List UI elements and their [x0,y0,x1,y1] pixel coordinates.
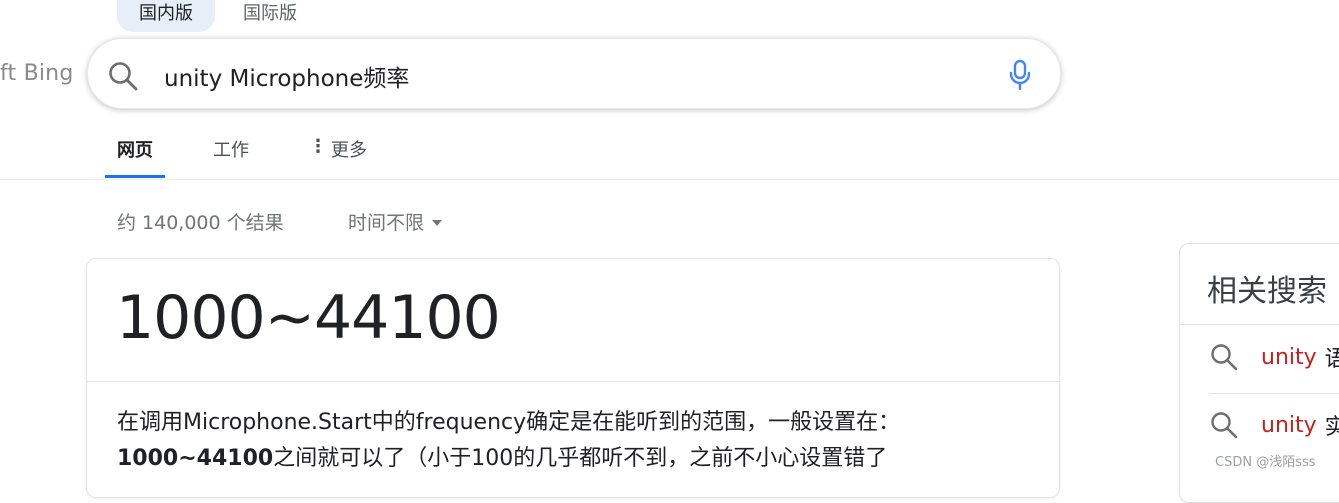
snippet-line-1: 在调用Microphone.Start中的frequency确定是在能听到的范围… [117,410,901,435]
snippet-line-2-rest: 之间就可以了（小于100的几乎都听不到，之前不小心设置错了 [273,446,888,471]
related-keyword: unity [1261,412,1317,438]
tab-international[interactable]: 国际版 [221,0,319,32]
result-count: 约 140,000 个结果 [117,212,284,234]
snippet-bold-range: 1000~44100 [117,446,274,471]
tab-domestic[interactable]: 国内版 [117,0,215,32]
search-nav: 网页 工作 ⋮ 更多 [105,128,415,180]
related-rest: 语 [1324,347,1339,372]
search-input[interactable] [164,58,964,94]
related-search-item[interactable]: unity 语 [1209,341,1339,373]
related-divider [1180,324,1339,325]
related-keyword: unity [1261,344,1317,370]
answer-value: 1000~44100 [116,283,501,353]
snippet-line-2: 1000~44100之间就可以了（小于100的几乎都听不到，之前不小心设置错了 [117,441,1017,477]
nav-tab-web[interactable]: 网页 [105,128,165,178]
nav-divider [0,179,1339,180]
caret-down-icon [432,219,443,226]
time-filter-label: 时间不限 [348,212,425,234]
microphone-icon[interactable] [1006,59,1034,91]
related-searches-title: 相关搜索 [1207,274,1327,309]
time-filter-dropdown[interactable]: 时间不限 [348,208,443,235]
related-search-item[interactable]: unity 实 [1209,409,1339,441]
more-vertical-icon: ⋮ [309,136,327,157]
related-separator [1209,393,1339,394]
csdn-watermark: CSDN @浅陌sss [1215,455,1316,470]
search-icon[interactable] [107,60,139,92]
answer-divider [87,381,1059,382]
nav-tab-more[interactable]: ⋮ 更多 [297,128,379,172]
related-rest: 实 [1324,415,1339,440]
nav-tab-web-label: 网页 [117,140,153,161]
nav-tab-more-label: 更多 [331,140,367,161]
nav-tab-work[interactable]: 工作 [201,128,261,172]
nav-tab-work-label: 工作 [213,140,249,161]
answer-snippet: 在调用Microphone.Start中的frequency确定是在能听到的范围… [117,405,1017,477]
search-icon [1211,412,1238,439]
search-icon [1211,344,1238,371]
bing-logo[interactable]: ft Bing [0,61,74,86]
region-tabs: 国内版 国际版 [117,0,325,32]
